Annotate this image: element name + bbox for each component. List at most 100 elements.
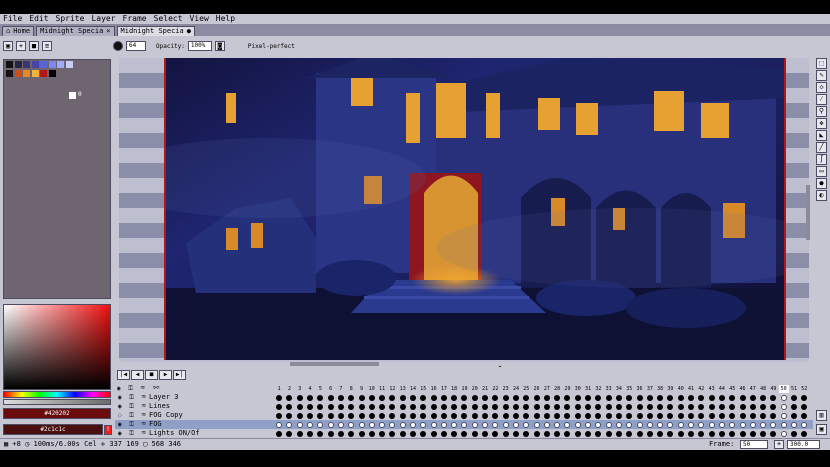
cel[interactable]	[284, 403, 294, 410]
palette-swatch[interactable]	[6, 61, 13, 68]
rectangle-icon[interactable]: ▭	[816, 166, 827, 177]
cel[interactable]	[604, 430, 614, 437]
cel[interactable]	[511, 403, 521, 410]
cel[interactable]	[490, 403, 500, 410]
cel[interactable]	[295, 412, 305, 419]
layer-row-layer-3[interactable]: ◉ ⚿ ⚭ Layer 3	[115, 393, 813, 402]
contour-icon[interactable]: ◐	[816, 190, 827, 201]
opacity-input[interactable]: 100%	[187, 41, 212, 51]
vertical-scrollbar[interactable]	[806, 185, 810, 240]
cel[interactable]	[356, 403, 366, 410]
cel[interactable]	[356, 421, 366, 428]
cel[interactable]	[449, 394, 459, 401]
first-frame-button[interactable]: |◀	[117, 370, 130, 380]
cel[interactable]	[737, 430, 747, 437]
cel[interactable]	[614, 430, 624, 437]
cel[interactable]	[531, 394, 541, 401]
cel[interactable]	[521, 394, 531, 401]
frame-number[interactable]: 27	[542, 385, 552, 393]
cel[interactable]	[470, 394, 480, 401]
cel[interactable]	[336, 394, 346, 401]
cel[interactable]	[325, 421, 335, 428]
menu-layer[interactable]: Layer	[91, 14, 115, 24]
cel[interactable]	[727, 394, 737, 401]
palette-swatch[interactable]	[48, 61, 56, 68]
menu-help[interactable]: Help	[216, 14, 235, 24]
cel[interactable]	[418, 403, 428, 410]
cel[interactable]	[655, 430, 665, 437]
cel[interactable]	[768, 412, 778, 419]
cel[interactable]	[552, 394, 562, 401]
cel[interactable]	[696, 403, 706, 410]
cel[interactable]	[490, 394, 500, 401]
cel[interactable]	[346, 394, 356, 401]
cel[interactable]	[696, 421, 706, 428]
cel[interactable]	[284, 430, 294, 437]
sprite-canvas[interactable]	[164, 58, 786, 360]
cel[interactable]	[614, 421, 624, 428]
cel[interactable]	[367, 412, 377, 419]
cel[interactable]	[748, 421, 758, 428]
cel[interactable]	[583, 412, 593, 419]
cel[interactable]	[562, 394, 572, 401]
cel[interactable]	[799, 394, 809, 401]
frame-number[interactable]: 39	[665, 385, 675, 393]
cel[interactable]	[779, 421, 789, 428]
frame-number[interactable]: 52	[799, 385, 809, 393]
palette-swatch[interactable]	[23, 70, 30, 77]
palette-swatch[interactable]	[65, 61, 73, 68]
cel[interactable]	[377, 430, 387, 437]
previous-frame-button[interactable]: ◀	[131, 370, 144, 380]
cel[interactable]	[480, 430, 490, 437]
palette-swatch[interactable]	[31, 61, 39, 68]
cel[interactable]	[367, 421, 377, 428]
cel[interactable]	[758, 430, 768, 437]
hue-slider[interactable]	[3, 391, 111, 398]
cel[interactable]	[346, 412, 356, 419]
menu-select[interactable]: Select	[154, 14, 183, 24]
frame-number[interactable]: 4	[305, 385, 315, 393]
cel[interactable]	[459, 412, 469, 419]
frame-number[interactable]: 9	[356, 385, 366, 393]
cel[interactable]	[552, 421, 562, 428]
cel[interactable]	[542, 403, 552, 410]
brush-size-input[interactable]: 64	[126, 41, 146, 51]
cel[interactable]	[274, 421, 284, 428]
cel[interactable]	[428, 403, 438, 410]
cel[interactable]	[727, 403, 737, 410]
cel[interactable]	[428, 421, 438, 428]
palette-swatch[interactable]	[14, 70, 22, 77]
cel[interactable]	[408, 430, 418, 437]
cel[interactable]	[789, 421, 799, 428]
cel[interactable]	[305, 421, 315, 428]
cel[interactable]	[583, 403, 593, 410]
cel[interactable]	[284, 394, 294, 401]
cel[interactable]	[325, 412, 335, 419]
layer-row-fog[interactable]: ◉ ⚿ ⚭ FOG	[115, 420, 813, 429]
cel[interactable]	[593, 430, 603, 437]
cel[interactable]	[779, 403, 789, 410]
cel[interactable]	[696, 394, 706, 401]
cel[interactable]	[521, 430, 531, 437]
cel[interactable]	[799, 412, 809, 419]
frame-number[interactable]: 48	[758, 385, 768, 393]
cel[interactable]	[634, 403, 644, 410]
cel[interactable]	[387, 394, 397, 401]
cel[interactable]	[408, 412, 418, 419]
frame-number[interactable]: 13	[398, 385, 408, 393]
cel[interactable]	[789, 412, 799, 419]
cel[interactable]	[408, 403, 418, 410]
palette-swatch[interactable]	[48, 70, 56, 77]
cel[interactable]	[552, 403, 562, 410]
cel[interactable]	[501, 430, 511, 437]
frame-number[interactable]: 45	[727, 385, 737, 393]
cel[interactable]	[521, 412, 531, 419]
cel[interactable]	[573, 421, 583, 428]
cel[interactable]	[604, 403, 614, 410]
cel[interactable]	[573, 403, 583, 410]
cel[interactable]	[748, 403, 758, 410]
alpha-slider[interactable]	[3, 399, 111, 405]
cel[interactable]	[459, 394, 469, 401]
layer-row-fog-copy[interactable]: ◌ ⚿ ⚭ FOG Copy	[115, 411, 813, 420]
pixel-perfect-checkbox[interactable]	[234, 41, 245, 51]
